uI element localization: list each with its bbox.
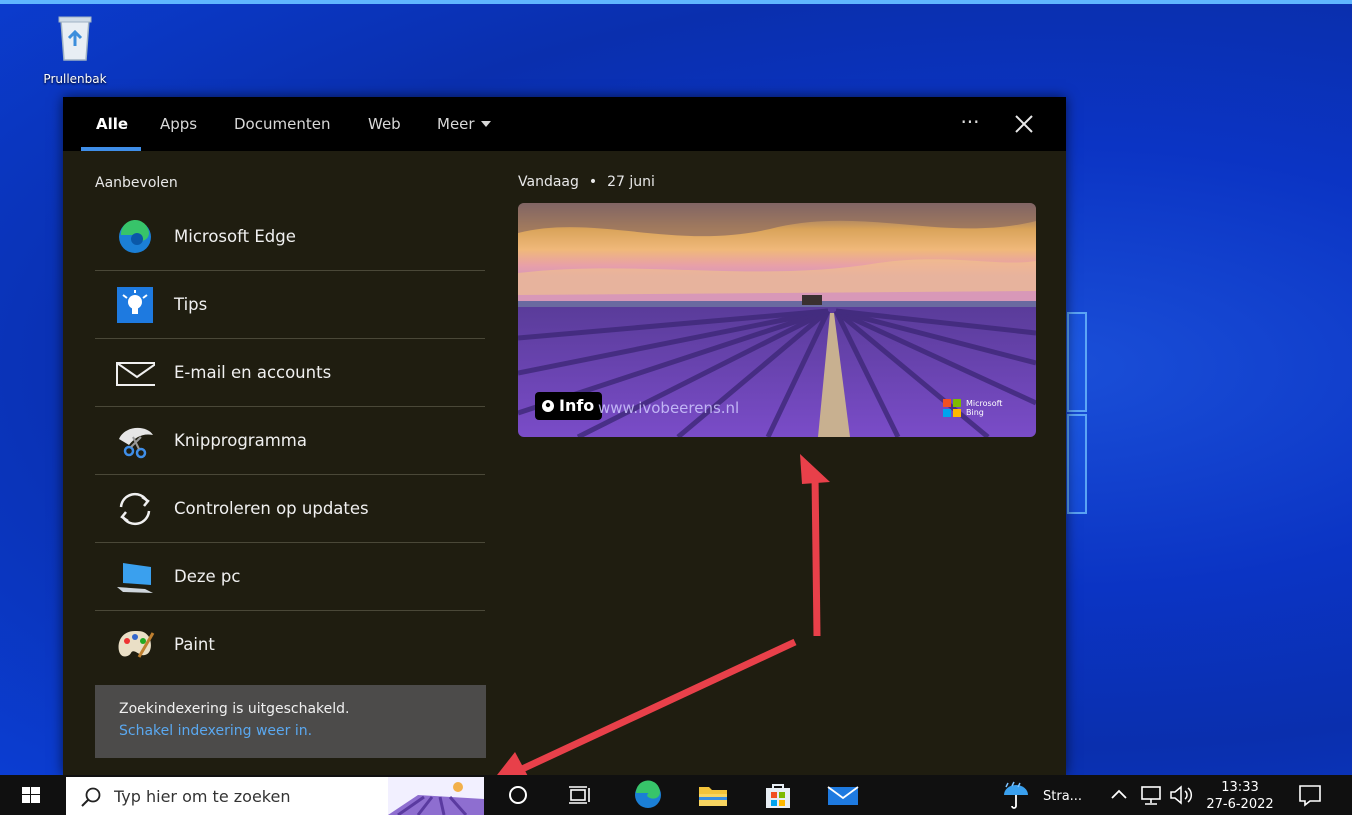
background-window-tile	[1067, 414, 1087, 514]
microsoft-logo-icon	[943, 399, 961, 417]
bing-brand-line-2: Bing	[966, 408, 984, 417]
list-item-paint[interactable]: Paint	[95, 611, 485, 678]
bing-brand-label: Microsoft Bing	[966, 399, 1002, 417]
recommended-list: Microsoft Edge Tips E-mail en accounts K…	[95, 203, 485, 678]
indexing-status-text: Zoekindexering is uitgeschakeld.	[119, 701, 350, 717]
notification-center-icon[interactable]	[1292, 779, 1328, 811]
computer-icon	[117, 563, 153, 593]
windows-start-icon[interactable]	[0, 775, 63, 815]
location-pin-icon	[542, 400, 554, 412]
list-item-controleren-op-updates[interactable]: Controleren op updates	[95, 475, 485, 543]
scissors-icon	[119, 427, 153, 459]
envelope-icon	[116, 362, 155, 386]
volume-icon[interactable]	[1166, 779, 1196, 811]
tab-web[interactable]: Web	[368, 97, 401, 151]
edge-taskbar-icon[interactable]	[630, 779, 666, 811]
clock-date: 27-6-2022	[1206, 797, 1274, 812]
list-item-email-en-accounts[interactable]: E-mail en accounts	[95, 339, 485, 407]
tab-alle[interactable]: Alle	[96, 97, 128, 151]
search-icon	[81, 787, 101, 807]
lightbulb-icon	[117, 287, 153, 323]
cortana-icon[interactable]	[500, 779, 536, 811]
list-item-knipprogramma[interactable]: Knipprogramma	[95, 407, 485, 475]
task-view-icon[interactable]	[562, 779, 598, 811]
list-item-tips[interactable]: Tips	[95, 271, 485, 339]
taskbar-clock[interactable]: 13:33 27-6-2022	[1198, 779, 1282, 813]
list-item-label: Paint	[174, 635, 215, 654]
tab-meer-label: Meer	[437, 115, 475, 133]
tab-apps[interactable]: Apps	[160, 97, 197, 151]
search-panel-header: Alle Apps Documenten Web Meer ···	[63, 97, 1066, 151]
enable-indexing-link[interactable]: Schakel indexering weer in.	[119, 723, 312, 739]
recycle-bin-shortcut[interactable]: Prullenbak	[30, 10, 120, 86]
file-explorer-icon[interactable]	[695, 779, 731, 811]
recommended-title: Aanbevolen	[95, 175, 178, 191]
watermark-text: www.ivobeerens.nl	[598, 399, 740, 417]
refresh-icon	[119, 492, 151, 526]
desktop-top-edge	[0, 0, 1352, 4]
clock-time: 13:33	[1221, 780, 1259, 795]
today-heading: Vandaag • 27 juni	[518, 174, 655, 190]
edge-icon	[119, 219, 151, 253]
chevron-up-icon[interactable]	[1102, 779, 1136, 811]
list-item-label: Microsoft Edge	[174, 227, 296, 246]
taskbar: Stra... 13:33 27-6-2022	[0, 775, 1352, 815]
more-options-button[interactable]: ···	[955, 109, 985, 139]
info-label: Info	[559, 396, 595, 415]
search-panel: Alle Apps Documenten Web Meer ··· Aanbev…	[63, 97, 1066, 775]
palette-icon	[118, 631, 155, 658]
indexing-notice: Zoekindexering is uitgeschakeld. Schakel…	[95, 685, 486, 758]
list-item-microsoft-edge[interactable]: Microsoft Edge	[95, 203, 485, 271]
weather-umbrella-icon[interactable]	[998, 779, 1034, 811]
microsoft-store-icon[interactable]	[760, 779, 796, 811]
list-item-label: Knipprogramma	[174, 431, 307, 450]
search-highlight-lavender-icon	[388, 777, 484, 815]
recycle-bin-icon	[58, 16, 92, 61]
taskbar-search-box[interactable]	[66, 777, 484, 815]
active-tab-indicator	[81, 147, 141, 151]
weather-label[interactable]: Stra...	[1043, 789, 1082, 804]
search-input[interactable]	[114, 777, 374, 815]
list-item-label: E-mail en accounts	[174, 363, 332, 382]
today-label: Vandaag	[518, 174, 579, 190]
recycle-bin-label: Prullenbak	[43, 72, 107, 86]
background-window-tile	[1067, 312, 1087, 412]
today-date: 27 juni	[607, 174, 655, 190]
bing-brand-line-1: Microsoft	[966, 399, 1003, 408]
tab-documenten[interactable]: Documenten	[234, 97, 330, 151]
close-icon[interactable]	[1009, 109, 1039, 139]
list-item-label: Deze pc	[174, 567, 241, 586]
network-icon[interactable]	[1136, 779, 1166, 811]
date-separator: •	[588, 174, 598, 190]
tab-meer[interactable]: Meer	[437, 97, 491, 151]
mail-icon[interactable]	[825, 779, 861, 811]
info-button[interactable]: Info	[535, 392, 603, 420]
list-item-deze-pc[interactable]: Deze pc	[95, 543, 485, 611]
list-item-label: Controleren op updates	[174, 499, 369, 518]
chevron-down-icon	[480, 121, 491, 127]
bing-image-card[interactable]: Info www.ivobeerens.nl Microsoft Bing	[518, 203, 1036, 437]
list-item-label: Tips	[174, 295, 208, 314]
